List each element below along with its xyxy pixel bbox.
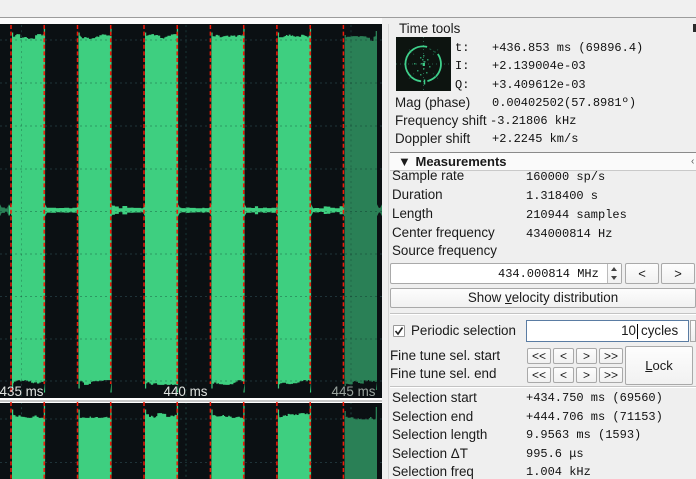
- svg-text:445 ms: 445 ms: [332, 384, 376, 399]
- svg-text:435 ms: 435 ms: [0, 384, 44, 399]
- svg-text:440 ms: 440 ms: [164, 384, 208, 399]
